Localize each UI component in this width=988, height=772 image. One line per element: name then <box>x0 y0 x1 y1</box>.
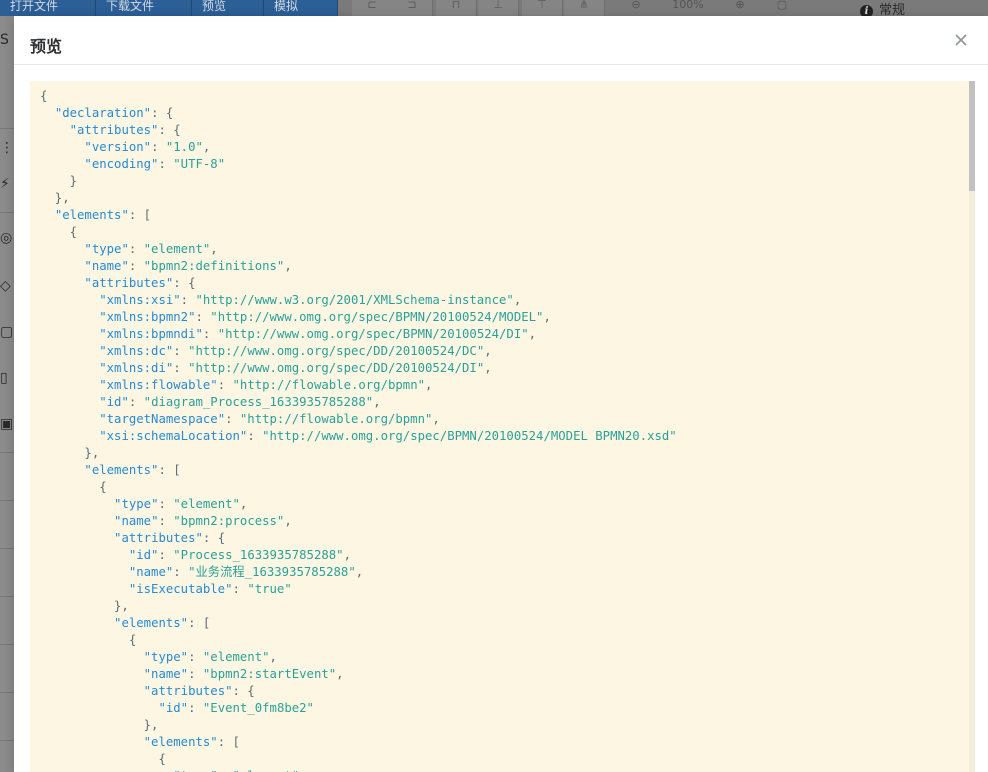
open-file-button[interactable]: 打开文件 <box>0 0 96 16</box>
code-line: "attributes": { <box>69 123 181 137</box>
code-line: "type": "element", <box>40 768 975 772</box>
code-line: "name": "bpmn2:process", <box>114 514 292 528</box>
json-code-viewer[interactable]: { "declaration": { "attributes": { "vers… <box>30 81 975 772</box>
code-line: "declaration": { <box>54 106 174 120</box>
code-line: "targetNamespace": "http://flowable.org/… <box>99 412 440 426</box>
code-line: "id": "Process_1633935785288", <box>128 548 351 562</box>
code-line: "isExecutable": "true" <box>128 582 292 596</box>
task-tool-icon[interactable]: ▢ <box>0 324 14 340</box>
code-line: { <box>40 225 78 239</box>
code-line: "xmlns:dc": "http://www.omg.org/spec/DD/… <box>99 344 492 358</box>
dialog-title: 预览 <box>30 37 63 56</box>
hand-tool-icon[interactable]: S <box>0 32 14 48</box>
data-object-tool-icon[interactable]: ▯ <box>0 370 14 386</box>
download-file-label: 下载文件 <box>106 0 155 13</box>
code-line: "elements": [ <box>114 616 211 630</box>
code-line: "name": "bpmn2:definitions", <box>84 259 292 273</box>
distribute-tool[interactable]: ⋔ <box>564 0 605 16</box>
json-code-text: { "declaration": { "attributes": { "vers… <box>30 81 975 772</box>
code-line: { <box>40 633 137 647</box>
code-line: "elements": [ <box>143 735 240 749</box>
preview-dialog: 预览 { "declaration": { "attributes": { "v… <box>14 16 988 772</box>
code-line: "elements": [ <box>84 463 181 477</box>
gateway-tool-icon[interactable]: ◇ <box>0 278 14 294</box>
zoom-level: 100% <box>672 0 704 11</box>
zoom-out-icon[interactable]: ⊖ <box>618 0 654 16</box>
close-icon[interactable] <box>954 33 970 49</box>
code-line: }, <box>40 718 159 732</box>
preview-label: 预览 <box>202 0 227 13</box>
code-line: }, <box>40 599 129 613</box>
code-line: "xmlns:di": "http://www.omg.org/spec/DD/… <box>99 361 492 375</box>
code-line: "attributes": { <box>143 684 255 698</box>
connect-tool-icon[interactable]: ⚡ <box>0 176 14 192</box>
code-line: "xmlns:xsi": "http://www.w3.org/2001/XML… <box>99 293 522 307</box>
code-line: "type": "element", <box>114 497 248 511</box>
subprocess-tool-icon[interactable]: ▣ <box>0 416 14 432</box>
scrollbar-thumb[interactable] <box>969 81 975 191</box>
code-line: { <box>40 89 48 103</box>
code-line: "xsi:schemaLocation": "http://www.omg.or… <box>99 429 677 443</box>
code-line: "elements": [ <box>54 208 152 222</box>
lasso-tool-icon[interactable]: ⋮ <box>0 140 14 156</box>
code-line: "name": "bpmn2:startEvent", <box>143 667 344 681</box>
preview-button[interactable]: 预览 <box>192 0 264 16</box>
zoom-reset-icon[interactable]: ▢ <box>764 0 800 16</box>
code-line: "attributes": { <box>84 276 196 290</box>
background-toolbar: 打开文件 下载文件 预览 模拟 ⊏ ⊐ ⊓ ⊥ ⊤ ⋔ ⊖ 100% ⊕ ▢ i… <box>0 0 988 18</box>
simulate-label: 模拟 <box>274 0 299 13</box>
code-line: "type": "element", <box>84 242 218 256</box>
code-line: "id": "Event_0fm8be2" <box>158 701 314 715</box>
align-bottom-tool[interactable]: ⊥ <box>478 0 519 16</box>
simulate-button[interactable]: 模拟 <box>264 0 338 16</box>
align-left-tool[interactable]: ⊏ <box>352 0 393 16</box>
properties-tab-general[interactable]: i 常规 <box>860 0 905 18</box>
code-line: } <box>40 174 78 188</box>
code-line: "xmlns:bpmndi": "http://www.omg.org/spec… <box>99 327 537 341</box>
code-line: }, <box>40 446 100 460</box>
background-palette: S ⋮ ⚡ ◎ ◇ ▢ ▯ ▣ <box>0 16 14 772</box>
zoom-in-icon[interactable]: ⊕ <box>722 0 758 16</box>
align-center-tool[interactable]: ⊓ <box>436 0 477 16</box>
code-line: { <box>40 480 107 494</box>
code-line: { <box>40 752 166 766</box>
code-line: "attributes": { <box>114 531 226 545</box>
code-line: "xmlns:flowable": "http://flowable.org/b… <box>99 378 433 392</box>
code-scrollbar[interactable] <box>969 81 975 772</box>
code-line: "version": "1.0", <box>84 140 211 154</box>
dialog-header: 预览 <box>14 16 988 65</box>
code-line: "type": "element", <box>143 650 277 664</box>
code-line: "xmlns:bpmn2": "http://www.omg.org/spec/… <box>99 310 551 324</box>
code-line: "name": "业务流程_1633935785288", <box>128 565 364 579</box>
download-file-button[interactable]: 下载文件 <box>96 0 192 16</box>
align-right-tool[interactable]: ⊐ <box>392 0 433 16</box>
code-line: }, <box>40 191 70 205</box>
align-middle-tool[interactable]: ⊤ <box>522 0 563 16</box>
code-line: "id": "diagram_Process_1633935785288", <box>99 395 381 409</box>
open-file-label: 打开文件 <box>10 0 59 13</box>
event-tool-icon[interactable]: ◎ <box>0 230 14 246</box>
code-line: "encoding": "UTF-8" <box>84 157 226 171</box>
